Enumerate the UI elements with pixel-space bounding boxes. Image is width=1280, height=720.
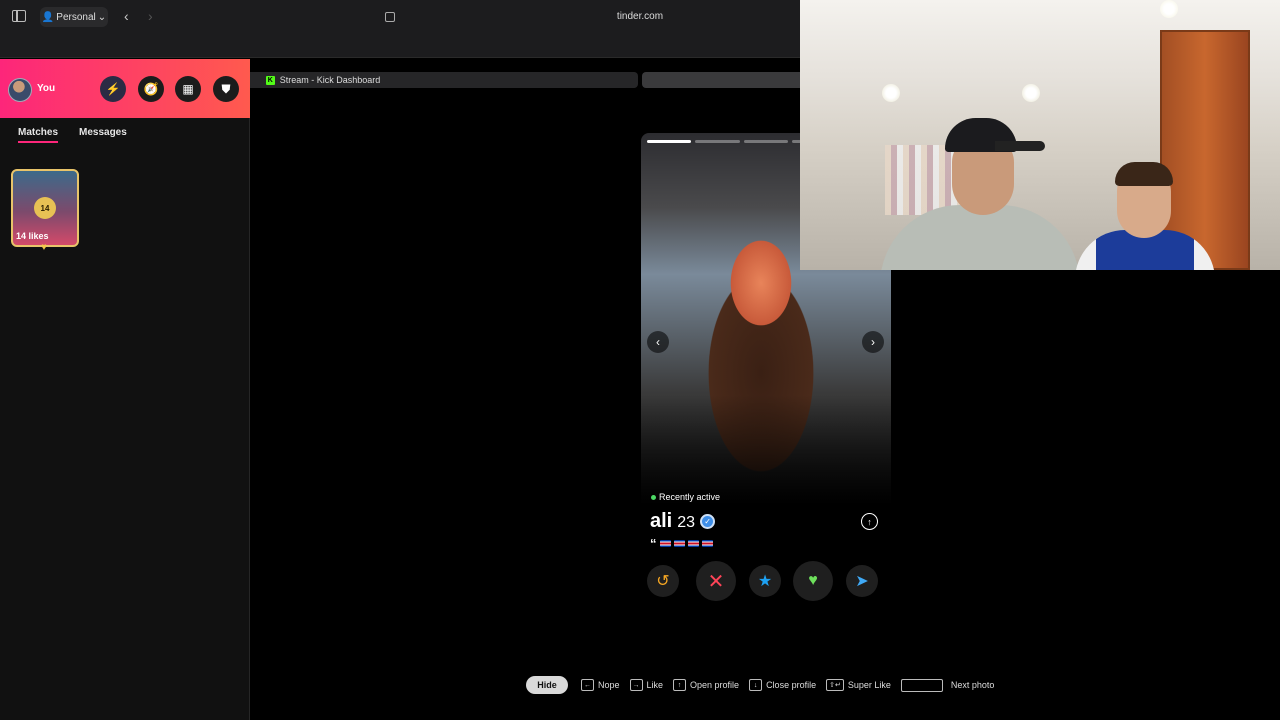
space-key-icon (900, 678, 943, 692)
hint-label: Open profile (690, 680, 740, 690)
hint-open-profile: ↑ Open profile (673, 679, 739, 691)
hint-close-profile: ↓ Close profile (749, 679, 816, 691)
tab-strip: K Stream - Kick Dashboard (0, 34, 800, 88)
send-plane-icon[interactable]: ➤ (846, 565, 878, 597)
photo-indicator (695, 140, 740, 143)
profile-switcher[interactable]: 👤 Personal ⌄ (40, 7, 108, 27)
tab-tinder[interactable] (642, 72, 800, 88)
up-arrow-key-icon: ↑ (673, 679, 687, 691)
webcam-overlay (800, 0, 1280, 270)
flag-emoji-icon (687, 540, 699, 547)
shield-icon[interactable]: ⛊ (213, 76, 239, 102)
shift-enter-key-icon: ⇧↵ (826, 679, 844, 691)
keyboard-hints: Hide ← Nope → Like ↑ Open profile ↓ Clos… (526, 676, 1004, 694)
streamer-left (880, 115, 1080, 270)
online-dot-icon (651, 494, 656, 500)
left-arrow-key-icon: ← (581, 679, 594, 691)
streamer-right (1075, 160, 1215, 270)
chevron-down-icon: ⌄ (97, 11, 107, 23)
profile-name: ali (650, 510, 673, 532)
quote-icon: “ (650, 536, 657, 551)
hint-label: Nope (598, 680, 620, 690)
profile-label: Personal (56, 11, 96, 23)
hint-next-photo: Next photo (900, 678, 995, 692)
hint-nope: ← Nope (581, 679, 620, 691)
profile-bio: “ (650, 536, 713, 551)
verified-badge-icon: ✓ (700, 514, 716, 529)
status-text: Recently active (659, 492, 721, 502)
flag-emoji-icon (659, 540, 671, 547)
boost-icon[interactable]: ⚡ (100, 76, 126, 102)
next-photo-icon[interactable]: › (862, 331, 884, 353)
nope-x-icon[interactable]: ✕ (696, 561, 736, 601)
person-icon: 👤 (41, 11, 55, 23)
swipe-actions: ↺ ✕ ★ ♥ ➤ (641, 561, 891, 605)
avatar[interactable] (8, 78, 32, 102)
back-arrow-icon[interactable]: ‹ (124, 8, 129, 24)
hint-label: Next photo (950, 680, 995, 690)
sidebar-header: You ⚡ 🧭 ▦ ⛊ (0, 59, 250, 118)
tab-matches[interactable]: Matches (18, 127, 59, 143)
tab-messages[interactable]: Messages (79, 127, 127, 138)
like-heart-icon[interactable]: ♥ (793, 561, 833, 601)
explore-compass-icon[interactable]: 🧭 (138, 76, 164, 102)
likes-you-card[interactable]: 14 14 likes ♥ (11, 169, 79, 253)
flag-emoji-icon (673, 540, 685, 547)
likes-label: 14 likes (16, 231, 49, 241)
ceiling-light (1022, 84, 1040, 102)
forward-arrow-icon[interactable]: › (148, 8, 153, 24)
kick-favicon-icon: K (265, 75, 275, 85)
profile-age: 23 (677, 514, 696, 531)
right-arrow-key-icon: → (629, 679, 643, 691)
address-bar[interactable]: tinder.com (590, 11, 690, 22)
rewind-icon[interactable]: ↺ (647, 565, 679, 597)
hint-super-like: ⇧↵ Super Like (826, 679, 891, 691)
browser-toolbar: 👤 Personal ⌄ ‹ › tinder.com (0, 0, 800, 34)
previous-photo-icon[interactable]: ‹ (647, 331, 669, 353)
ceiling-light (882, 84, 900, 102)
likes-count-badge: 14 (34, 197, 56, 219)
super-like-star-icon[interactable]: ★ (749, 565, 781, 597)
tab-title: Stream - Kick Dashboard (279, 75, 381, 85)
down-arrow-key-icon: ↓ (749, 679, 763, 691)
briefcase-icon[interactable]: ▦ (175, 76, 201, 102)
flag-emoji-icon (701, 540, 713, 547)
ceiling-light (1160, 0, 1178, 18)
gold-heart-icon: ♥ (41, 242, 47, 253)
matches-sidebar: You ⚡ 🧭 ▦ ⛊ Matches Messages 14 14 likes… (0, 59, 250, 720)
hint-label: Super Like (847, 680, 891, 690)
hide-hints-button[interactable]: Hide (526, 676, 568, 694)
user-label[interactable]: You (37, 83, 55, 94)
open-profile-icon[interactable]: ↑ (861, 513, 878, 530)
photo-indicator (743, 140, 789, 143)
hint-label: Close profile (766, 680, 817, 690)
name-age-line: ali 23 ✓ (650, 510, 716, 533)
tab-overview-icon[interactable] (385, 12, 395, 22)
photo-indicator (647, 140, 692, 143)
hint-label: Like (646, 680, 664, 690)
activity-status: Recently active (651, 492, 720, 502)
sidebar-toggle-icon[interactable] (12, 10, 26, 22)
hint-like: → Like (629, 679, 664, 691)
